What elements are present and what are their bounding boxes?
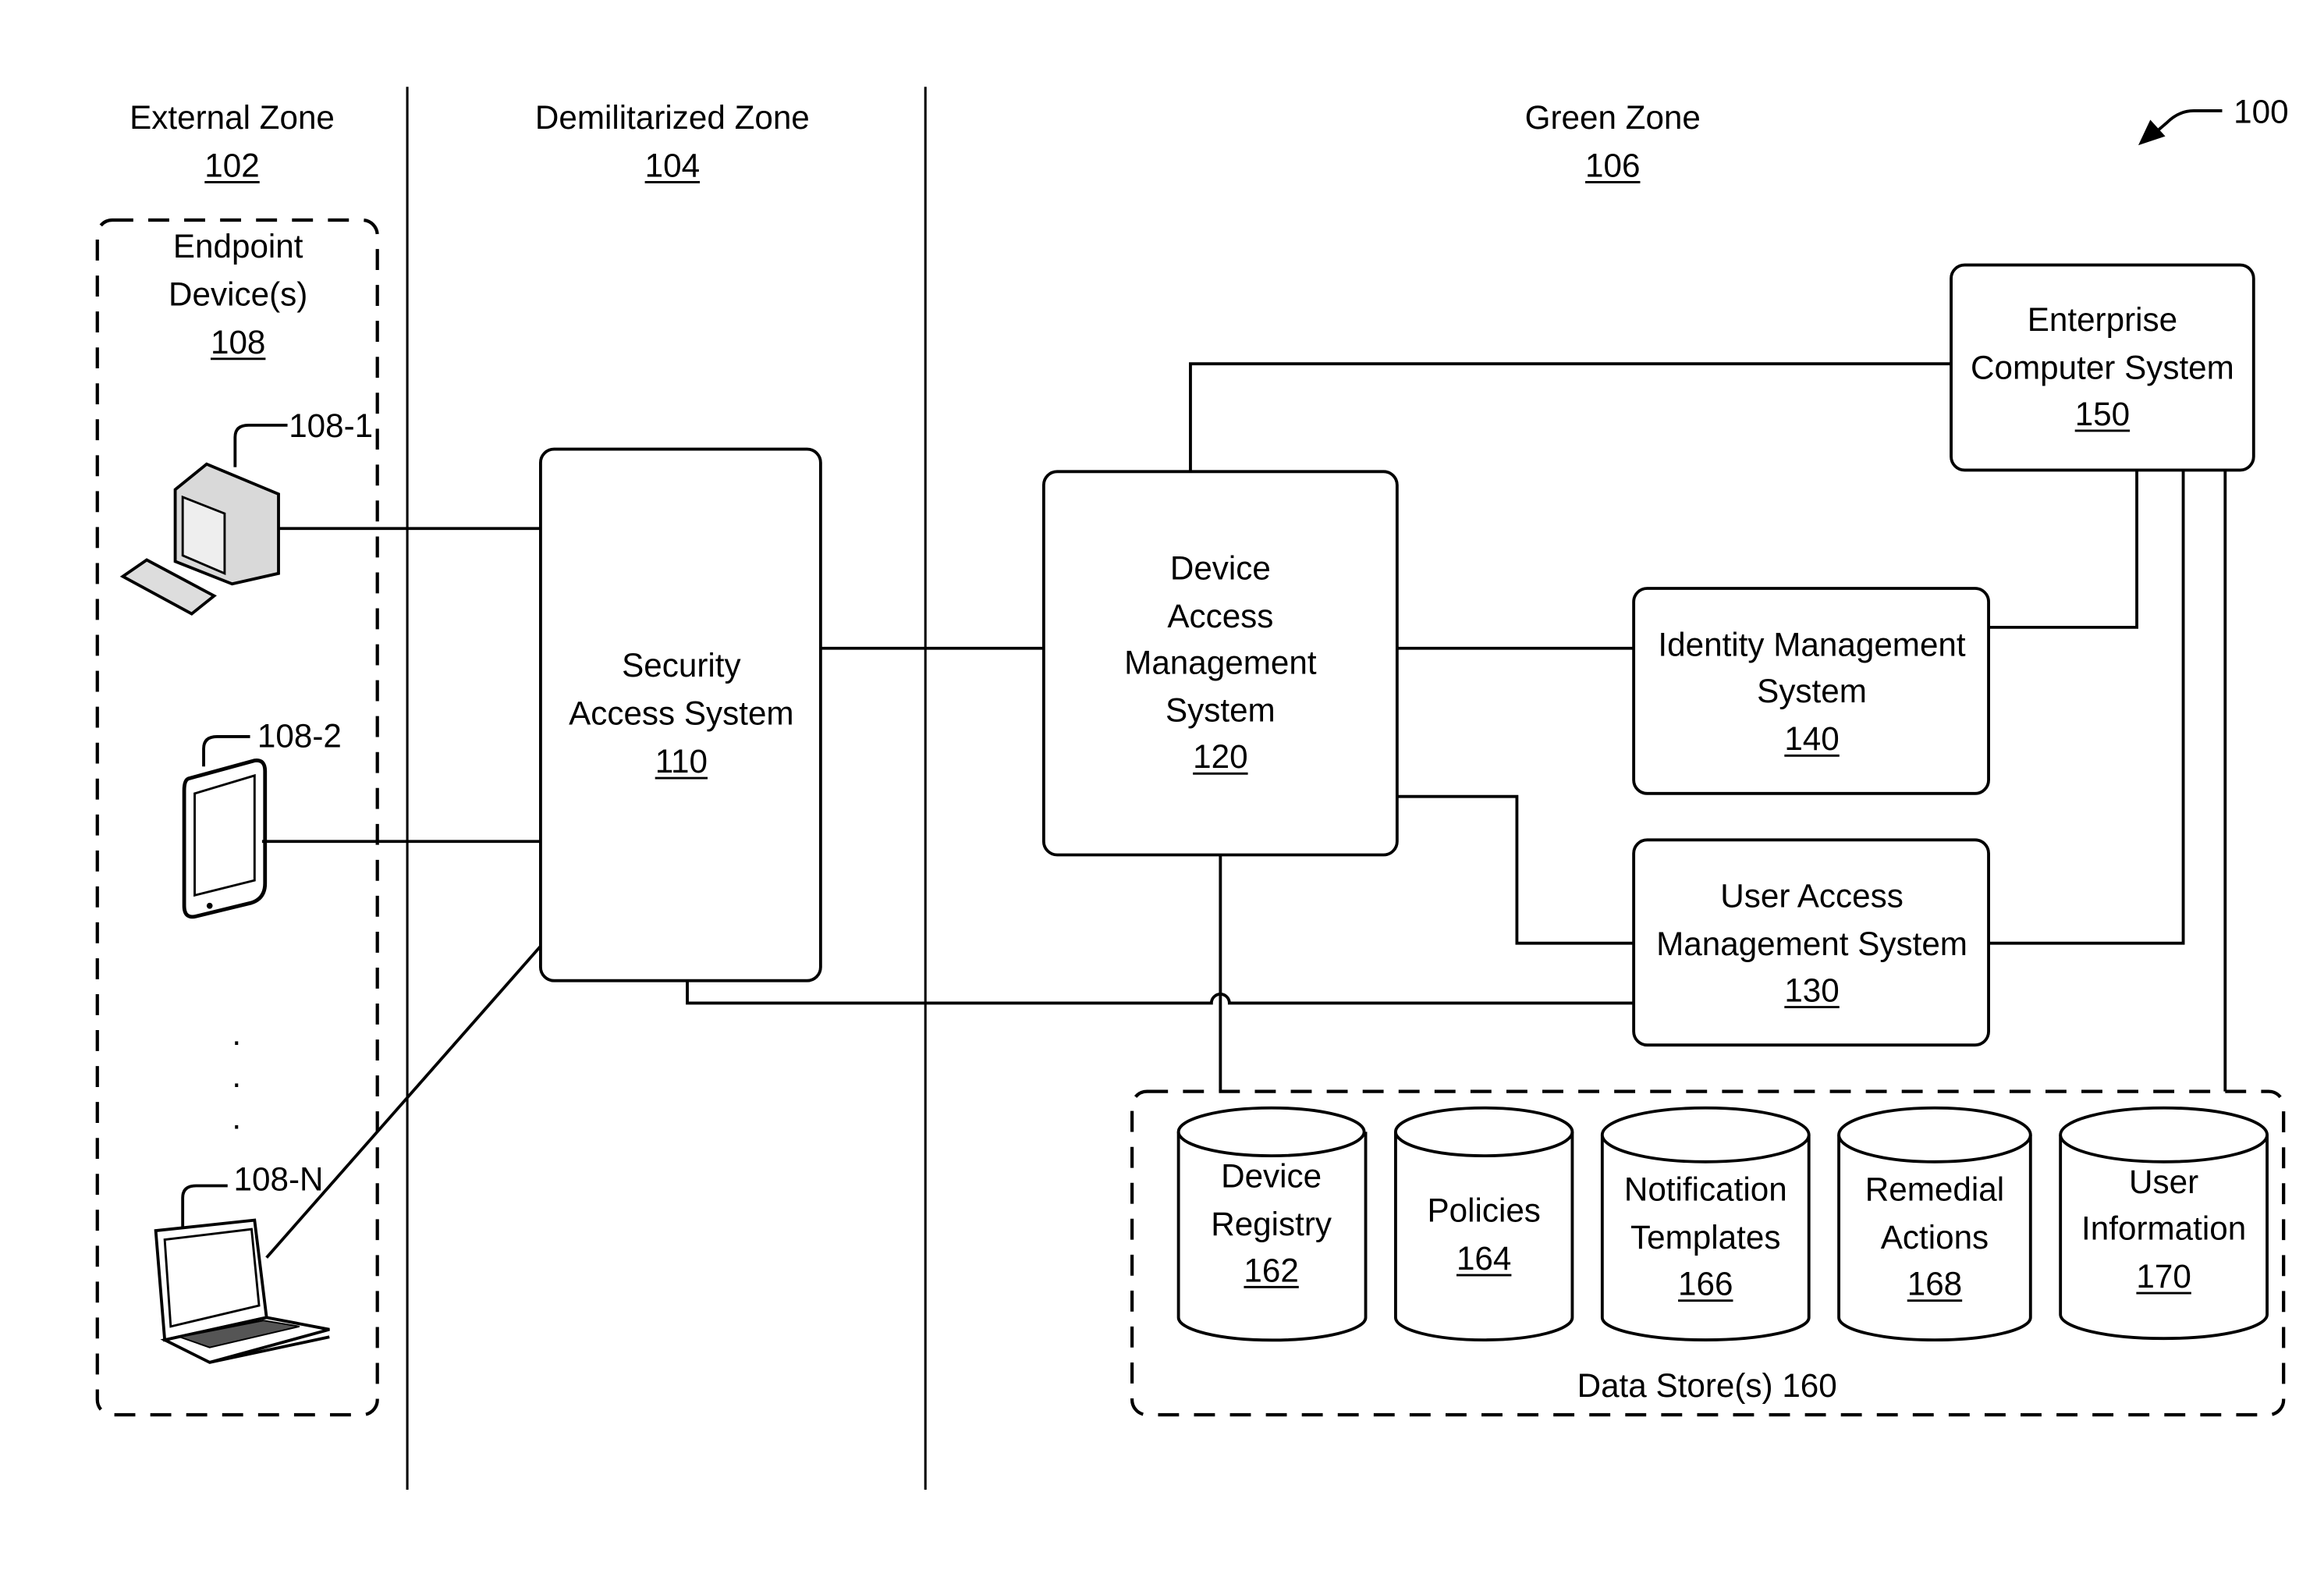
device-ref-108-1: 108-1 [289,407,373,444]
datastore-label-line2: Information [2081,1210,2246,1247]
link-dams-uams [1396,794,1634,945]
laptop-icon[interactable] [154,1184,330,1364]
datastore-notification-templates[interactable]: Notification Templates 166 [1600,1106,1811,1342]
identity-label-line2: System [1757,673,1867,709]
datastore-label-line2: Actions [1881,1219,1989,1256]
link-laptop-security [265,945,542,1259]
enterprise-label-line2: Computer System [1971,349,2234,385]
system-diagram: External Zone 102 Demilitarized Zone 104… [95,87,2289,1490]
datastore-label-line1: Device [1221,1157,1322,1194]
zone-ref-dmz: 104 [645,147,700,183]
datastore-label-line1: User [2129,1164,2198,1200]
figure-ref: 100 [2234,93,2288,130]
enterprise-ref: 150 [2075,396,2130,432]
figure-ref-arrow-icon [2138,109,2223,146]
datastore-label-line1: Policies [1427,1192,1540,1229]
uams-label-line2: Management System [1656,926,1967,962]
device-ellipsis-dot-2: . [232,1057,241,1094]
device-ellipsis-dot-3: . [232,1100,241,1136]
data-stores-label: Data Store(s) 160 [1577,1367,1837,1404]
datastore-device-registry[interactable]: Device Registry 162 [1176,1106,1368,1342]
zone-ref-green: 106 [1585,147,1640,183]
datastore-ref: 162 [1244,1252,1298,1288]
link-identity-enterprise [1989,470,2138,629]
dams-label-line1: Device [1170,549,1271,586]
security-access-label-line1: Security [622,647,741,684]
datastore-ref: 164 [1456,1240,1511,1277]
zone-label-dmz: Demilitarized Zone [535,99,810,136]
zone-ref-external: 102 [204,147,259,183]
datastore-label-line1: Remedial [1865,1171,2004,1208]
link-security-uams [686,980,1634,1005]
dams-ref: 120 [1193,738,1247,775]
desktop-computer-icon[interactable] [119,423,288,616]
enterprise-label-line1: Enterprise [2028,301,2177,338]
device-ref-108-2: 108-2 [257,717,342,754]
uams-label-line1: User Access [1720,878,1904,915]
dams-label-line4: System [1166,692,1276,729]
zone-label-external: External Zone [130,99,335,136]
endpoint-group-label-line1: Endpoint [173,228,303,265]
zone-label-green: Green Zone [1525,99,1701,136]
device-ellipsis-dot-1: . [232,1015,241,1052]
endpoint-group-label-line2: Device(s) [169,275,307,312]
identity-label-line1: Identity Management [1658,626,1965,663]
datastore-label-line2: Templates [1630,1219,1780,1256]
datastore-policies[interactable]: Policies 164 [1394,1106,1574,1342]
link-uams-enterprise [1989,470,2185,945]
dams-label-line3: Management [1124,644,1317,680]
datastore-ref: 168 [1907,1266,1962,1302]
datastore-label-line1: Notification [1624,1171,1787,1208]
dams-label-line2: Access [1167,598,1273,634]
endpoint-group-ref: 108 [211,324,265,361]
datastore-ref: 170 [2136,1258,2191,1295]
tablet-icon[interactable] [182,735,268,919]
database-icon [1394,1132,1574,1342]
datastore-ref: 166 [1678,1266,1733,1302]
datastore-label-line2: Registry [1211,1206,1332,1242]
device-ref-108-N: 108-N [234,1160,324,1197]
identity-ref: 140 [1784,720,1839,757]
uams-ref: 130 [1784,972,1839,1009]
security-access-ref: 110 [655,743,708,780]
datastore-remedial-actions[interactable]: Remedial Actions 168 [1837,1106,2032,1342]
security-access-label-line2: Access System [569,695,794,732]
link-dams-enterprise [1189,362,1952,472]
datastore-user-information[interactable]: User Information 170 [2059,1106,2269,1341]
